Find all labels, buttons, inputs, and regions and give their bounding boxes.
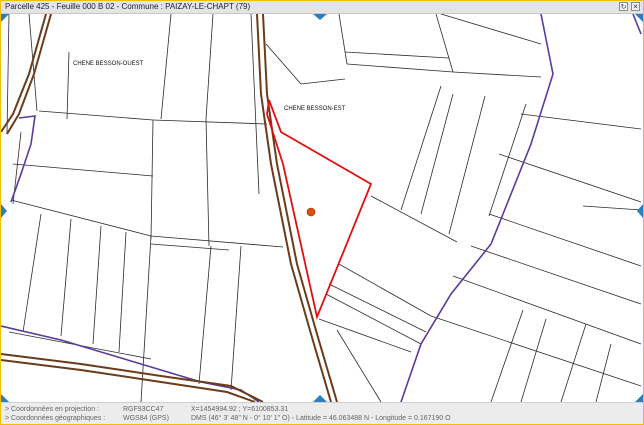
title-buttons: ↻ ✕ bbox=[619, 2, 640, 11]
location-marker[interactable] bbox=[306, 207, 316, 217]
projection-value: X=1454994.92 ; Y=6100853.31 bbox=[191, 406, 289, 413]
coordinates-status-bar: > Coordonnées en projection : RGF93CC47 … bbox=[1, 402, 643, 424]
window-title: Parcelle 425 - Feuille 000 B 02 - Commun… bbox=[5, 2, 251, 11]
projection-system: RGF93CC47 bbox=[123, 406, 164, 413]
geographic-value: DMS (46° 3' 48" N - 0° 10' 1" O) - Latit… bbox=[191, 415, 451, 422]
refresh-icon: ↻ bbox=[620, 4, 627, 11]
parcel-window: Parcelle 425 - Feuille 000 B 02 - Commun… bbox=[0, 0, 644, 425]
geographic-label: > Coordonnées géographiques : bbox=[5, 415, 106, 422]
cadastral-map[interactable]: CHENE BESSON-OUEST CHENE BESSON-EST bbox=[1, 14, 643, 402]
label-chene-besson-ouest: CHENE BESSON-OUEST bbox=[73, 61, 144, 67]
title-bar: Parcelle 425 - Feuille 000 B 02 - Commun… bbox=[1, 1, 643, 14]
close-button[interactable]: ✕ bbox=[631, 2, 640, 11]
map-background bbox=[1, 14, 643, 402]
label-chene-besson-est: CHENE BESSON-EST bbox=[284, 106, 346, 112]
map-canvas[interactable]: CHENE BESSON-OUEST CHENE BESSON-EST bbox=[1, 14, 643, 402]
close-icon: ✕ bbox=[632, 4, 639, 11]
refresh-button[interactable]: ↻ bbox=[619, 2, 628, 11]
projection-label: > Coordonnées en projection : bbox=[5, 406, 99, 413]
geographic-system: WGS84 (GPS) bbox=[123, 415, 169, 422]
